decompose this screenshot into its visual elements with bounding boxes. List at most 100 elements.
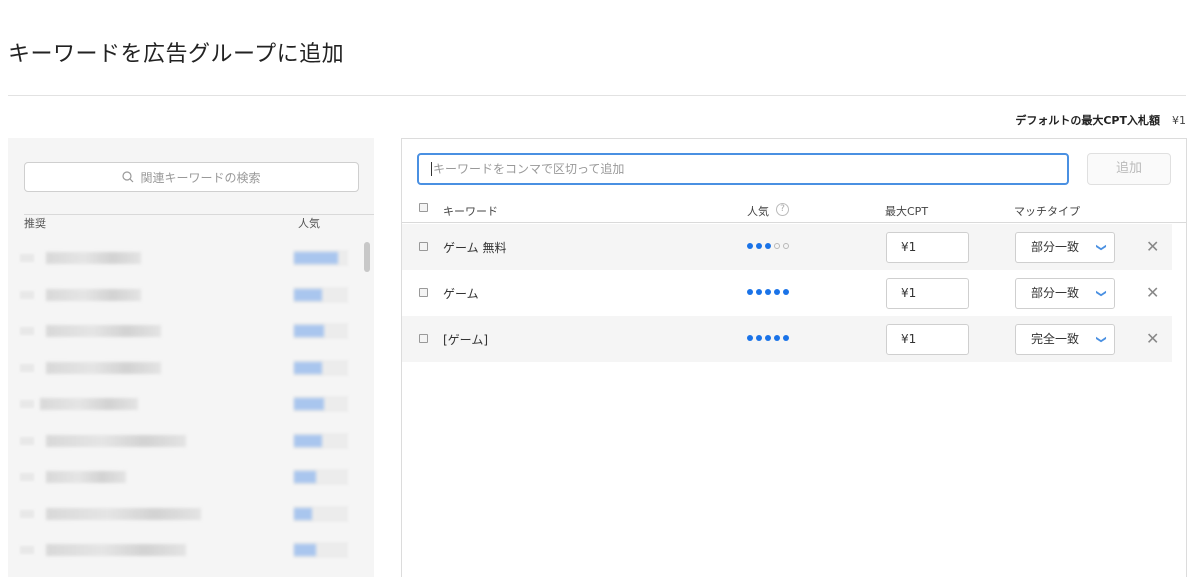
header-max-cpt: 最大CPT	[885, 205, 929, 218]
table-row: ゲーム ¥1 部分一致 ❯ ✕	[402, 270, 1172, 316]
popularity-dot-filled	[747, 289, 753, 295]
default-cpt-info: デフォルトの最大CPT入札額 ¥1	[1015, 112, 1186, 128]
suggestion-popularity-bar	[294, 434, 322, 447]
close-icon[interactable]: ✕	[1146, 283, 1159, 302]
suggestion-row-marker	[20, 400, 34, 408]
suggestion-row[interactable]	[8, 277, 358, 314]
popularity-dot-filled	[765, 289, 771, 295]
suggestion-keyword-blurred	[46, 325, 161, 337]
default-cpt-value: ¥1	[1172, 114, 1186, 127]
row-checkbox[interactable]	[419, 242, 428, 251]
suggestion-row-marker	[20, 254, 34, 262]
popularity-indicator	[747, 289, 789, 295]
suggestion-popularity-bar	[294, 361, 322, 374]
suggestion-row[interactable]	[8, 386, 358, 423]
related-keyword-search-input[interactable]: 関連キーワードの検索	[24, 162, 359, 192]
keyword-text: ゲーム 無料	[443, 241, 507, 255]
suggestion-row-marker	[20, 473, 34, 481]
popularity-dot-filled	[756, 335, 762, 341]
match-type-value: 完全一致	[1031, 332, 1080, 346]
search-icon	[122, 171, 134, 183]
suggestion-popularity-bar	[294, 544, 316, 556]
suggestions-list	[8, 240, 358, 569]
popularity-dot-filled	[774, 289, 780, 295]
header-keyword: キーワード	[443, 205, 498, 218]
keyword-input[interactable]: キーワードをコンマで区切って追加	[417, 153, 1069, 185]
suggestion-row[interactable]	[8, 532, 358, 569]
add-button[interactable]: 追加	[1087, 153, 1171, 185]
suggestion-keyword-blurred	[46, 434, 186, 447]
suggestions-panel: 関連キーワードの検索 推奨 人気	[8, 138, 374, 577]
default-cpt-label: デフォルトの最大CPT入札額	[1015, 114, 1160, 127]
popularity-dot-empty	[783, 243, 789, 249]
match-type-select[interactable]: 部分一致 ❯	[1015, 278, 1115, 309]
suggestion-row[interactable]	[8, 423, 358, 460]
popularity-dot-filled	[756, 289, 762, 295]
suggestion-row[interactable]	[8, 313, 358, 350]
suggestion-popularity-bar	[294, 252, 338, 264]
header-match-type: マッチタイプ	[1014, 205, 1080, 218]
question-icon[interactable]: ?	[776, 203, 789, 216]
row-checkbox[interactable]	[419, 334, 428, 343]
max-cpt-input[interactable]: ¥1	[886, 324, 969, 355]
max-cpt-input[interactable]: ¥1	[886, 232, 969, 263]
suggestion-popularity-bar	[294, 325, 324, 337]
suggestion-row-marker	[20, 509, 34, 518]
table-row: ゲーム 無料 ¥1 部分一致 ❯ ✕	[402, 224, 1172, 270]
popularity-dot-filled	[765, 335, 771, 341]
suggestion-popularity-bar	[294, 471, 316, 483]
max-cpt-input[interactable]: ¥1	[886, 278, 969, 309]
title-divider	[8, 95, 1186, 96]
keyword-text: ゲーム	[443, 287, 479, 301]
popularity-dot-filled	[747, 243, 753, 249]
chevron-down-icon: ❯	[1095, 335, 1107, 344]
suggestion-row[interactable]	[8, 496, 358, 533]
suggestion-row-marker	[20, 546, 34, 554]
suggestion-row[interactable]	[8, 350, 358, 387]
select-all-checkbox[interactable]	[419, 203, 428, 212]
popularity-dot-empty	[774, 243, 780, 249]
popularity-dot-filled	[756, 243, 762, 249]
match-type-select[interactable]: 部分一致 ❯	[1015, 232, 1115, 263]
suggestion-keyword-blurred	[46, 544, 186, 556]
keyword-panel: キーワードをコンマで区切って追加 追加 キーワード 人気 ? 最大CPT マッチ…	[401, 138, 1187, 577]
popularity-dot-filled	[774, 335, 780, 341]
suggestion-row[interactable]	[8, 459, 358, 496]
suggestion-popularity-bar	[294, 288, 322, 301]
suggestion-row[interactable]	[8, 240, 358, 277]
match-type-value: 部分一致	[1031, 286, 1080, 300]
suggestion-popularity-bar	[294, 398, 324, 410]
popularity-dot-filled	[747, 335, 753, 341]
popularity-indicator	[747, 335, 789, 341]
suggestion-keyword-blurred	[46, 507, 201, 520]
close-icon[interactable]: ✕	[1146, 329, 1159, 348]
popularity-indicator	[747, 243, 789, 249]
chevron-down-icon: ❯	[1095, 289, 1107, 298]
row-checkbox[interactable]	[419, 288, 428, 297]
keyword-input-placeholder: キーワードをコンマで区切って追加	[433, 162, 625, 176]
header-popularity: 人気	[747, 205, 769, 218]
table-header: キーワード 人気 ? 最大CPT マッチタイプ	[402, 197, 1186, 223]
suggestion-row-marker	[20, 290, 34, 299]
search-placeholder: 関連キーワードの検索	[140, 170, 261, 185]
table-row: [ゲーム] ¥1 完全一致 ❯ ✕	[402, 316, 1172, 362]
suggestion-keyword-blurred	[46, 252, 141, 264]
col-recommended: 推奨	[24, 217, 46, 230]
suggestion-row-marker	[20, 327, 34, 335]
popularity-dot-filled	[765, 243, 771, 249]
suggestion-keyword-blurred	[40, 398, 138, 410]
suggestion-row-marker	[20, 436, 34, 445]
popularity-dot-filled	[783, 289, 789, 295]
match-type-value: 部分一致	[1031, 240, 1080, 254]
suggestion-keyword-blurred	[46, 288, 141, 301]
page-title: キーワードを広告グループに追加	[8, 42, 345, 67]
chevron-down-icon: ❯	[1095, 243, 1107, 252]
keyword-text: [ゲーム]	[443, 333, 489, 347]
suggestion-keyword-blurred	[46, 471, 126, 483]
suggestion-row-marker	[20, 363, 34, 372]
close-icon[interactable]: ✕	[1146, 237, 1159, 256]
suggestion-keyword-blurred	[46, 361, 161, 374]
suggestion-popularity-bar	[294, 507, 312, 520]
suggestions-scrollbar[interactable]	[364, 242, 370, 272]
match-type-select[interactable]: 完全一致 ❯	[1015, 324, 1115, 355]
